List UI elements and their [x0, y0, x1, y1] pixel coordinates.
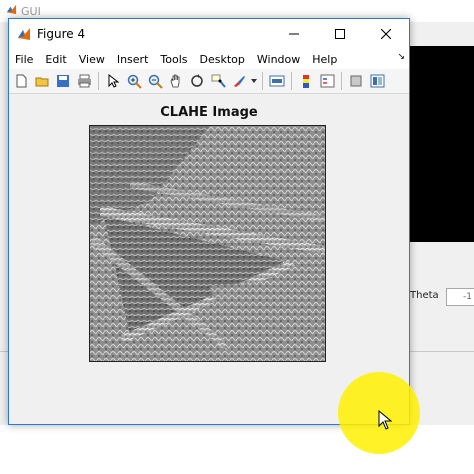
- hide-plot-tools-icon[interactable]: [346, 71, 366, 91]
- figure-canvas: CLAHE Image: [9, 95, 409, 424]
- data-cursor-icon[interactable]: [208, 71, 228, 91]
- minimize-button[interactable]: [271, 19, 317, 49]
- image-display-panel: [410, 46, 474, 242]
- link-plot-icon[interactable]: [267, 71, 287, 91]
- menu-insert[interactable]: Insert: [111, 53, 155, 66]
- legend-icon[interactable]: [317, 71, 337, 91]
- menu-edit[interactable]: Edit: [39, 53, 72, 66]
- menu-help[interactable]: Help: [306, 53, 343, 66]
- menu-desktop[interactable]: Desktop: [194, 53, 251, 66]
- colorbar-icon[interactable]: [296, 71, 316, 91]
- background-window-title: GUI: [21, 4, 41, 18]
- zoom-in-icon[interactable]: [124, 71, 144, 91]
- menu-file[interactable]: File: [9, 53, 39, 66]
- toolbar-separator: [262, 72, 263, 90]
- toolbar-separator: [291, 72, 292, 90]
- figure-title: Figure 4: [37, 27, 86, 41]
- menu-view[interactable]: View: [73, 53, 111, 66]
- new-figure-icon[interactable]: [11, 71, 31, 91]
- figure-window: Figure 4 File Edit View Insert Tools Des…: [8, 18, 410, 425]
- chevron-down-icon[interactable]: [250, 71, 258, 91]
- zoom-out-icon[interactable]: [145, 71, 165, 91]
- brush-icon[interactable]: [229, 71, 249, 91]
- show-plot-tools-icon[interactable]: [367, 71, 387, 91]
- pointer-icon[interactable]: [103, 71, 123, 91]
- print-icon[interactable]: [74, 71, 94, 91]
- window-controls: [271, 19, 409, 49]
- open-file-icon[interactable]: [32, 71, 52, 91]
- figure-toolbar: [9, 69, 409, 94]
- menu-bar: File Edit View Insert Tools Desktop Wind…: [9, 49, 409, 69]
- menu-window[interactable]: Window: [251, 53, 306, 66]
- mouse-cursor-icon: [378, 409, 393, 434]
- figure-titlebar[interactable]: Figure 4: [9, 19, 409, 49]
- clahe-image: [89, 125, 326, 362]
- theta-input[interactable]: -1: [446, 288, 474, 306]
- matlab-icon: [17, 27, 31, 41]
- plot-title: CLAHE Image: [160, 105, 258, 120]
- toolbar-separator: [341, 72, 342, 90]
- rotate-3d-icon[interactable]: [187, 71, 207, 91]
- dock-arrow-icon[interactable]: ↘: [397, 52, 405, 62]
- close-button[interactable]: [363, 19, 409, 49]
- maximize-button[interactable]: [317, 19, 363, 49]
- toolbar-separator: [98, 72, 99, 90]
- menu-tools[interactable]: Tools: [154, 53, 193, 66]
- save-icon[interactable]: [53, 71, 73, 91]
- theta-label: Theta: [410, 290, 439, 301]
- pan-icon[interactable]: [166, 71, 186, 91]
- clahe-image-graphic: [90, 126, 325, 361]
- matlab-icon: [6, 4, 17, 18]
